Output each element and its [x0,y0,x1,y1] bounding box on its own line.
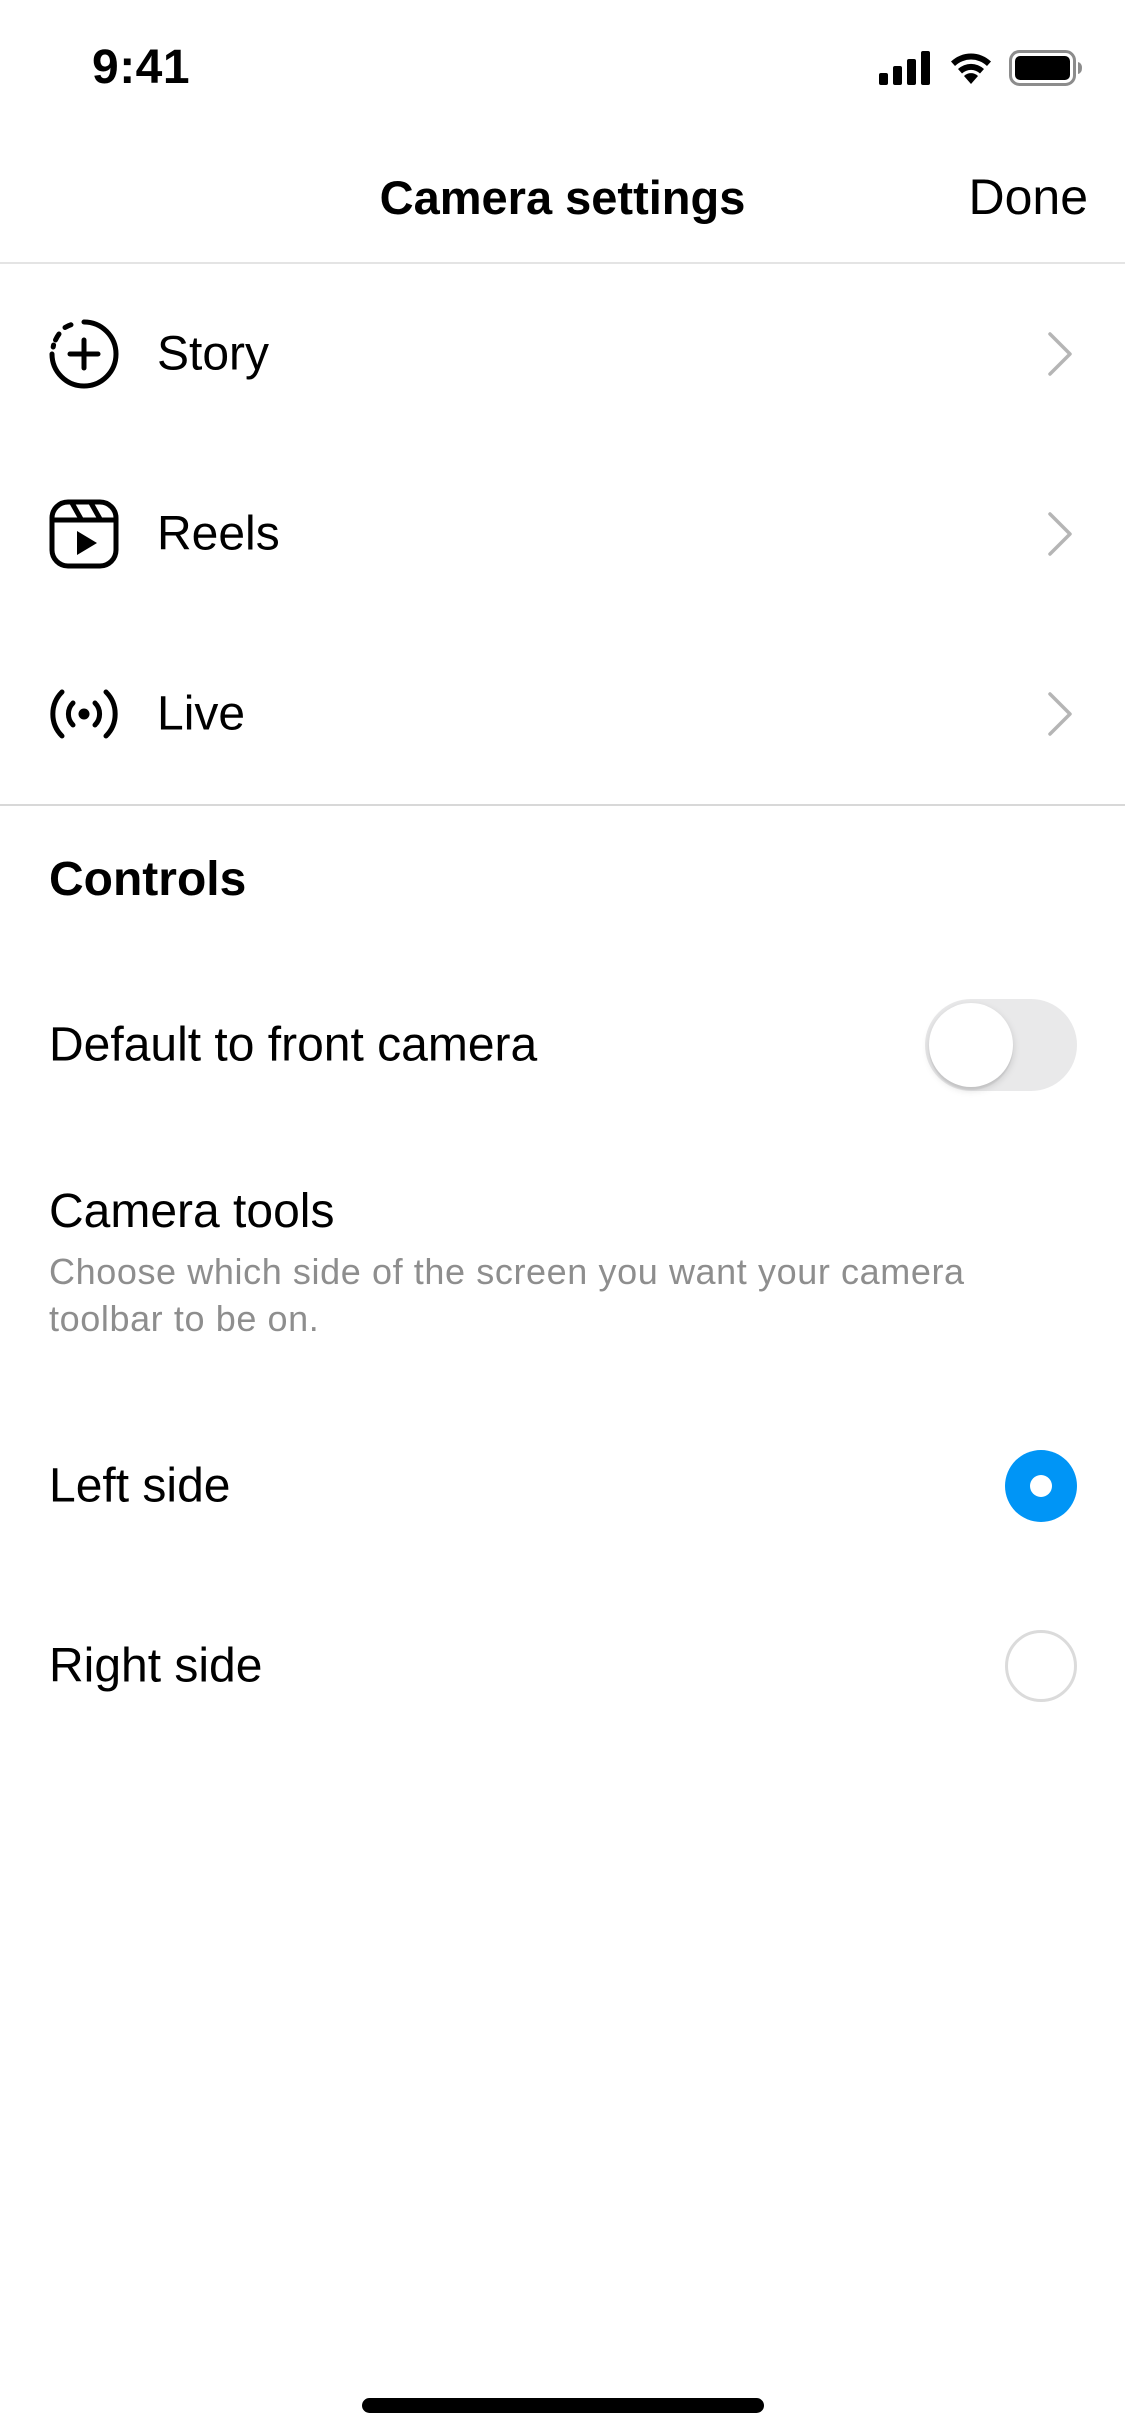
done-button[interactable]: Done [968,168,1088,226]
chevron-right-icon [1047,511,1073,557]
camera-tools-description: Choose which side of the screen you want… [49,1251,965,1339]
left-side-option[interactable]: Left side [0,1426,1125,1546]
front-camera-row: Default to front camera [0,995,1125,1095]
home-indicator [362,2398,764,2413]
right-side-radio[interactable] [1005,1630,1077,1702]
reels-label: Reels [157,507,280,561]
section-divider [0,804,1125,806]
wifi-icon [947,50,995,91]
chevron-right-icon [1047,691,1073,737]
live-label: Live [157,687,246,741]
page-title: Camera settings [379,171,746,224]
story-settings-row[interactable]: Story [0,264,1125,444]
radio-selected-dot [1030,1475,1052,1497]
reels-settings-row[interactable]: Reels [0,444,1125,624]
toggle-knob [929,1003,1013,1087]
live-broadcast-icon [48,678,120,750]
live-settings-row[interactable]: Live [0,624,1125,804]
story-add-icon [48,318,120,390]
cellular-signal-icon [879,50,933,90]
right-side-option[interactable]: Right side [0,1606,1125,1726]
status-bar: 9:41 [0,0,1125,140]
controls-heading: Controls [49,853,247,906]
battery-icon [1009,49,1083,91]
right-side-label: Right side [49,1639,263,1693]
front-camera-toggle[interactable] [925,999,1077,1091]
nav-bar: Camera settings Done [0,140,1125,264]
status-icons [879,49,1083,91]
chevron-right-icon [1047,331,1073,377]
story-label: Story [157,327,270,381]
camera-tools-title: Camera tools [49,1185,335,1238]
reels-icon [48,498,120,570]
status-time: 9:41 [92,41,191,94]
front-camera-label: Default to front camera [49,1018,538,1072]
left-side-label: Left side [49,1459,231,1513]
left-side-radio[interactable] [1005,1450,1077,1522]
